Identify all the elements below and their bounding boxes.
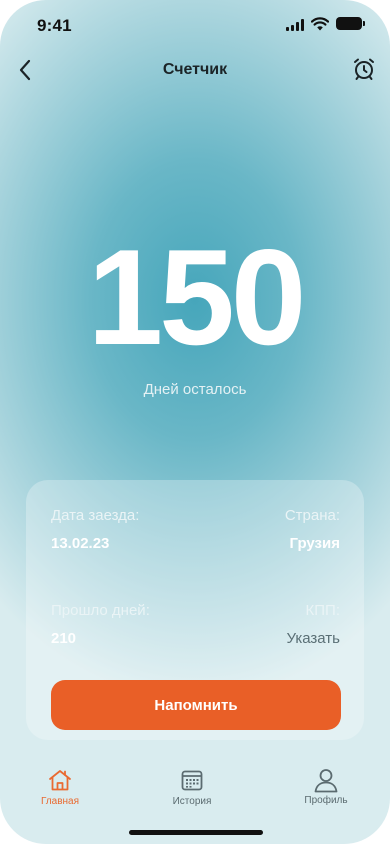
calendar-icon bbox=[181, 770, 203, 791]
checkpoint-specify-link[interactable]: Указать bbox=[287, 630, 341, 647]
entry-date-label: Дата заезда: bbox=[51, 507, 140, 524]
info-card: Дата заезда: Страна: 13.02.23 Грузия Про… bbox=[26, 480, 364, 740]
days-passed-value: 210 bbox=[51, 630, 77, 647]
wifi-icon bbox=[311, 17, 329, 31]
tab-home-label: Главная bbox=[40, 796, 80, 807]
tab-bar: Главная История Профиль bbox=[0, 760, 390, 820]
app-screen: 9:41 Счетчик 150 Дней осталось Дата заез… bbox=[0, 0, 390, 844]
days-counter: 150 bbox=[87, 221, 307, 373]
home-indicator bbox=[129, 830, 263, 835]
country-value: Грузия bbox=[289, 535, 340, 552]
tab-profile[interactable]: Профиль bbox=[276, 760, 376, 816]
entry-date-value: 13.02.23 bbox=[51, 535, 110, 552]
checkpoint-label: КПП: bbox=[305, 602, 340, 619]
alarm-clock-icon[interactable] bbox=[352, 57, 376, 81]
signal-icon bbox=[286, 19, 304, 31]
home-icon bbox=[49, 770, 71, 791]
status-bar: 9:41 bbox=[0, 0, 390, 50]
tab-history[interactable]: История bbox=[142, 760, 242, 816]
days-passed-label: Прошло дней: bbox=[51, 602, 150, 619]
tab-history-label: История bbox=[172, 796, 212, 807]
page-title: Счетчик bbox=[162, 61, 228, 78]
nav-bar: Счетчик bbox=[0, 50, 390, 90]
battery-icon bbox=[336, 17, 365, 30]
tab-profile-label: Профиль bbox=[304, 795, 348, 806]
days-remaining-caption: Дней осталось bbox=[143, 381, 247, 398]
profile-icon bbox=[314, 769, 338, 793]
country-label: Страна: bbox=[284, 507, 340, 524]
tab-home[interactable]: Главная bbox=[10, 760, 110, 816]
status-time: 9:41 bbox=[37, 16, 72, 35]
remind-button[interactable]: Напомнить bbox=[51, 680, 341, 730]
